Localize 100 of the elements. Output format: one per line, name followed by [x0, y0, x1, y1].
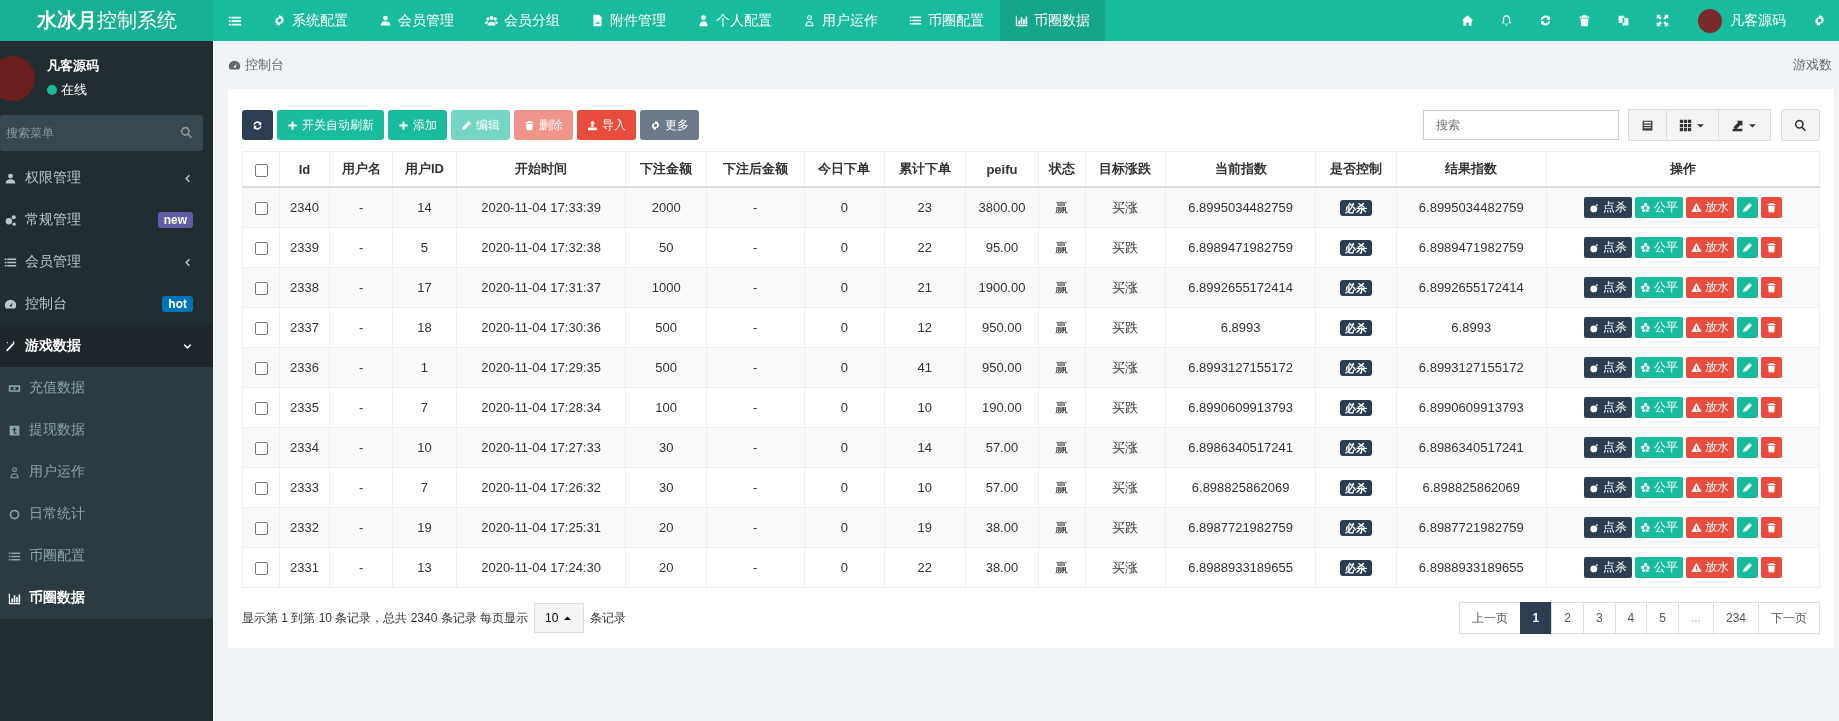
- app-logo[interactable]: 水冰月控制系统: [0, 0, 213, 41]
- delete-button[interactable]: [1760, 557, 1782, 578]
- action-button[interactable]: 点杀: [1583, 397, 1632, 418]
- sidebar-item[interactable]: 权限管理: [0, 157, 213, 199]
- row-checkbox[interactable]: [254, 562, 268, 576]
- action-button[interactable]: 公平: [1634, 557, 1683, 578]
- sidebar-item[interactable]: 游戏数据: [0, 325, 213, 367]
- edit-button[interactable]: [1736, 437, 1758, 458]
- edit-button[interactable]: [1736, 517, 1758, 538]
- edit-button[interactable]: [1736, 277, 1758, 298]
- row-checkbox[interactable]: [254, 282, 268, 296]
- delete-button[interactable]: [1760, 317, 1782, 338]
- row-checkbox[interactable]: [254, 322, 268, 336]
- row-checkbox[interactable]: [254, 482, 268, 496]
- delete-button[interactable]: [1760, 437, 1782, 458]
- edit-button[interactable]: [1736, 237, 1758, 258]
- action-button[interactable]: 公平: [1634, 477, 1683, 498]
- column-header[interactable]: 开始时间: [515, 161, 568, 176]
- action-button[interactable]: 点杀: [1583, 357, 1632, 378]
- page-button[interactable]: 234: [1712, 602, 1759, 634]
- action-button[interactable]: 点杀: [1583, 277, 1632, 298]
- row-checkbox[interactable]: [254, 362, 268, 376]
- delete-button[interactable]: [1760, 477, 1782, 498]
- action-button[interactable]: 放水: [1685, 437, 1734, 458]
- row-checkbox[interactable]: [254, 442, 268, 456]
- row-checkbox[interactable]: [254, 242, 268, 256]
- sidebar-item[interactable]: 控制台 hot: [0, 283, 213, 325]
- action-button[interactable]: 公平: [1634, 517, 1683, 538]
- action-button[interactable]: 公平: [1634, 397, 1683, 418]
- action-button[interactable]: 点杀: [1583, 557, 1632, 578]
- page-button[interactable]: 5: [1646, 602, 1679, 634]
- column-header[interactable]: peifu: [986, 161, 1018, 177]
- action-button[interactable]: 放水: [1685, 197, 1734, 218]
- edit-button[interactable]: [1736, 557, 1758, 578]
- row-checkbox[interactable]: [254, 522, 268, 536]
- edit-button[interactable]: [1736, 477, 1758, 498]
- action-button[interactable]: 公平: [1634, 197, 1683, 218]
- sidebar-subitem[interactable]: 币圈配置: [0, 535, 213, 577]
- action-button[interactable]: 点杀: [1583, 437, 1632, 458]
- action-button[interactable]: 放水: [1685, 237, 1734, 258]
- add-button[interactable]: 添加: [388, 110, 447, 140]
- sidebar-item[interactable]: 常规管理 new: [0, 199, 213, 241]
- column-header[interactable]: 操作: [1669, 161, 1696, 176]
- action-button[interactable]: 放水: [1685, 517, 1734, 538]
- page-button[interactable]: 下一页: [1758, 602, 1820, 634]
- edit-button[interactable]: [1736, 357, 1758, 378]
- toggle-button[interactable]: 开关自动刷新: [277, 110, 384, 140]
- action-button[interactable]: 点杀: [1583, 317, 1632, 338]
- toggle-view-button[interactable]: [1628, 109, 1667, 141]
- breadcrumb-link[interactable]: 游戏数: [1793, 56, 1834, 74]
- row-checkbox[interactable]: [254, 202, 268, 216]
- page-button[interactable]: 上一页: [1458, 602, 1521, 634]
- action-button[interactable]: 放水: [1685, 397, 1734, 418]
- import-button[interactable]: 导入: [577, 110, 636, 140]
- action-button[interactable]: 点杀: [1583, 477, 1632, 498]
- column-header[interactable]: 当前指数: [1214, 161, 1267, 176]
- column-header[interactable]: 结果指数: [1445, 161, 1498, 176]
- more-button[interactable]: 更多: [640, 110, 699, 140]
- page-button[interactable]: 3: [1582, 602, 1616, 634]
- action-button[interactable]: 点杀: [1583, 517, 1632, 538]
- action-button[interactable]: 放水: [1685, 277, 1734, 298]
- edit-button[interactable]: [1736, 197, 1758, 218]
- sidebar-subitem[interactable]: 币圈数据: [0, 577, 213, 619]
- delete-button[interactable]: [1760, 237, 1782, 258]
- select-all-checkbox[interactable]: [254, 163, 268, 177]
- search-field[interactable]: 搜索: [1423, 110, 1619, 140]
- delete-button[interactable]: [1760, 277, 1782, 298]
- nav-tab[interactable]: 币圈数据: [1000, 0, 1106, 41]
- delete-button[interactable]: [1760, 397, 1782, 418]
- menu-search-field[interactable]: 搜索菜单: [0, 115, 203, 151]
- action-button[interactable]: 公平: [1634, 277, 1683, 298]
- sidebar-item[interactable]: 会员管理: [0, 241, 213, 283]
- action-button[interactable]: 放水: [1685, 477, 1734, 498]
- sidebar-subitem[interactable]: 用户运作: [0, 451, 213, 493]
- delete-button[interactable]: [1760, 197, 1782, 218]
- action-button[interactable]: 公平: [1634, 437, 1683, 458]
- action-button[interactable]: 公平: [1634, 357, 1683, 378]
- action-button[interactable]: 点杀: [1583, 237, 1632, 258]
- user-name[interactable]: 凡客源码: [1730, 11, 1786, 30]
- refresh-button[interactable]: [242, 110, 273, 140]
- action-button[interactable]: 放水: [1685, 317, 1734, 338]
- action-button[interactable]: 公平: [1634, 237, 1683, 258]
- page-button[interactable]: 2: [1551, 602, 1584, 634]
- page-size-dropdown[interactable]: 10: [534, 603, 585, 633]
- edit-button[interactable]: [1736, 317, 1758, 338]
- column-header[interactable]: Id: [298, 161, 311, 177]
- action-button[interactable]: 放水: [1685, 557, 1734, 578]
- delete-button[interactable]: [1760, 517, 1782, 538]
- action-button[interactable]: 点杀: [1583, 197, 1632, 218]
- export-button[interactable]: [1718, 109, 1771, 141]
- row-checkbox[interactable]: [254, 402, 268, 416]
- edit-button[interactable]: [1736, 397, 1758, 418]
- columns-button[interactable]: [1666, 109, 1719, 141]
- sidebar-subitem[interactable]: 提现数据: [0, 409, 213, 451]
- search-button[interactable]: [1781, 109, 1820, 141]
- action-button[interactable]: 公平: [1634, 317, 1683, 338]
- action-button[interactable]: 放水: [1685, 357, 1734, 378]
- delete-button[interactable]: [1760, 357, 1782, 378]
- sidebar-subitem[interactable]: 日常统计: [0, 493, 213, 535]
- sidebar-subitem[interactable]: 充值数据: [0, 367, 213, 409]
